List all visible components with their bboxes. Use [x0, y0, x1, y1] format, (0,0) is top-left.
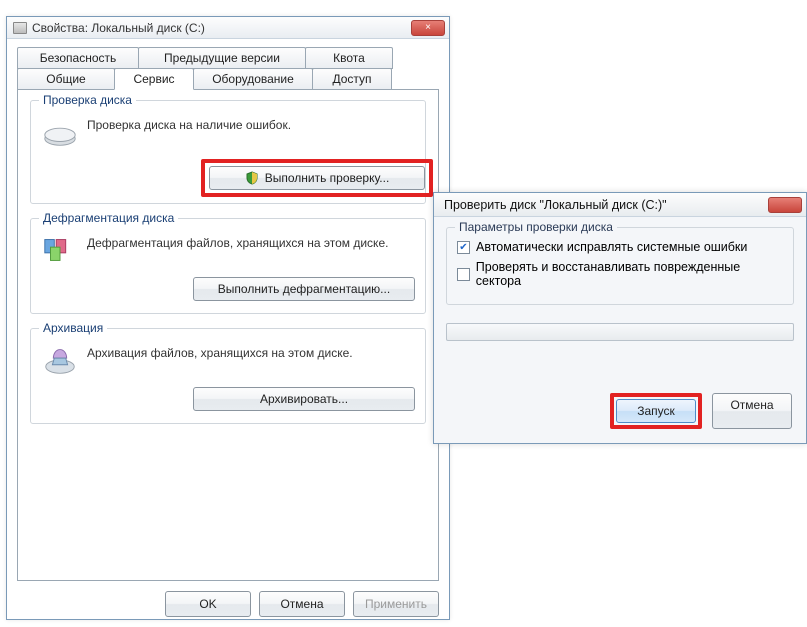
check-now-button[interactable]: Выполнить проверку...	[209, 166, 425, 190]
tab-previous-versions[interactable]: Предыдущие версии	[138, 47, 306, 69]
group-defrag-text: Дефрагментация файлов, хранящихся на это…	[87, 233, 388, 251]
highlight-start-button: Запуск	[610, 393, 702, 429]
scanrecover-label: Проверять и восстанавливать поврежденные…	[476, 260, 783, 288]
tab-row-2: Общие Сервис Оборудование Доступ	[17, 68, 439, 90]
check-cancel-button[interactable]: Отмена	[712, 393, 792, 429]
progress-bar	[446, 323, 794, 341]
check-now-label: Выполнить проверку...	[265, 171, 390, 185]
client-area: Безопасность Предыдущие версии Квота Общ…	[7, 39, 449, 627]
archive-icon	[41, 343, 79, 377]
group-defrag-legend: Дефрагментация диска	[39, 211, 178, 225]
group-archive-legend: Архивация	[39, 321, 107, 335]
check-close-button[interactable]	[768, 197, 802, 213]
dialog-button-row: OK Отмена Применить	[17, 591, 439, 617]
check-titlebar[interactable]: Проверить диск "Локальный диск (C:)"	[434, 193, 806, 217]
apply-button[interactable]: Применить	[353, 591, 439, 617]
check-button-row: Запуск Отмена	[446, 393, 794, 429]
start-button[interactable]: Запуск	[616, 399, 696, 423]
highlight-check-button: Выполнить проверку...	[201, 159, 433, 197]
disk-check-icon	[41, 115, 79, 149]
tab-row-1: Безопасность Предыдущие версии Квота	[17, 47, 439, 69]
group-check-disk: Проверка диска Проверка диска на наличие…	[30, 100, 426, 204]
check-options-legend: Параметры проверки диска	[455, 220, 617, 234]
check-options-group: Параметры проверки диска Автоматически и…	[446, 227, 794, 305]
close-button[interactable]: ×	[411, 20, 445, 36]
group-archive: Архивация Архивация файлов, хранящихся н…	[30, 328, 426, 424]
autofix-checkbox[interactable]	[457, 241, 470, 254]
tab-general[interactable]: Общие	[17, 68, 115, 90]
shield-icon	[245, 171, 259, 185]
defrag-now-button[interactable]: Выполнить дефрагментацию...	[193, 277, 415, 301]
ok-button[interactable]: OK	[165, 591, 251, 617]
group-defrag: Дефрагментация диска Дефрагментация файл…	[30, 218, 426, 314]
tab-tools[interactable]: Сервис	[114, 68, 194, 90]
group-check-legend: Проверка диска	[39, 93, 136, 107]
tab-sharing[interactable]: Доступ	[312, 68, 392, 90]
tab-quota[interactable]: Квота	[305, 47, 393, 69]
cancel-button[interactable]: Отмена	[259, 591, 345, 617]
autofix-label: Автоматически исправлять системные ошибк…	[476, 240, 747, 254]
properties-window: Свойства: Локальный диск (C:) × Безопасн…	[6, 16, 450, 620]
check-window-title: Проверить диск "Локальный диск (C:)"	[444, 198, 768, 212]
tab-security[interactable]: Безопасность	[17, 47, 139, 69]
tab-panel-tools: Проверка диска Проверка диска на наличие…	[17, 89, 439, 581]
option-autofix-row[interactable]: Автоматически исправлять системные ошибк…	[457, 240, 783, 254]
window-title: Свойства: Локальный диск (C:)	[32, 21, 411, 35]
option-scanrecover-row[interactable]: Проверять и восстанавливать поврежденные…	[457, 260, 783, 288]
defrag-icon	[41, 233, 79, 267]
tab-hardware[interactable]: Оборудование	[193, 68, 313, 90]
check-disk-dialog: Проверить диск "Локальный диск (C:)" Пар…	[433, 192, 807, 444]
group-check-text: Проверка диска на наличие ошибок.	[87, 115, 291, 133]
group-archive-text: Архивация файлов, хранящихся на этом дис…	[87, 343, 353, 361]
check-body: Параметры проверки диска Автоматически и…	[434, 217, 806, 439]
archive-now-button[interactable]: Архивировать...	[193, 387, 415, 411]
scanrecover-checkbox[interactable]	[457, 268, 470, 281]
drive-icon	[13, 22, 27, 34]
titlebar[interactable]: Свойства: Локальный диск (C:) ×	[7, 17, 449, 39]
